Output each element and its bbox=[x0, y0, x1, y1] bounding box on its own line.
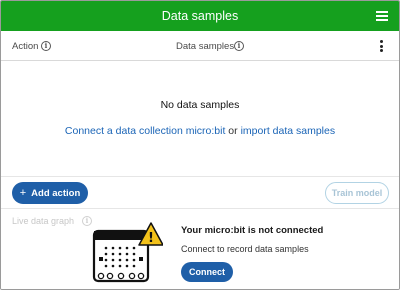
connect-collection-link[interactable]: Connect a data collection micro:bit bbox=[65, 125, 226, 137]
import-samples-link[interactable]: import data samples bbox=[241, 125, 336, 137]
live-graph-label: Live data graph bbox=[12, 216, 75, 226]
add-action-button[interactable]: + Add action bbox=[12, 182, 88, 204]
microbit-warning-icon: ! bbox=[92, 222, 163, 283]
warning-glyph: ! bbox=[148, 231, 154, 246]
empty-state: No data samples Connect a data collectio… bbox=[1, 62, 399, 176]
add-action-label: Add action bbox=[31, 188, 81, 199]
page-title: Data samples bbox=[161, 9, 239, 23]
connect-button[interactable]: Connect bbox=[181, 262, 233, 282]
column-header: Action i Data samples i bbox=[1, 31, 399, 61]
train-model-button[interactable]: Train model bbox=[325, 182, 389, 204]
plus-icon: + bbox=[19, 187, 27, 199]
no-data-heading: No data samples bbox=[160, 99, 240, 111]
more-options-icon[interactable] bbox=[380, 40, 384, 52]
connection-status-subtitle: Connect to record data samples bbox=[181, 244, 309, 254]
connection-status-title: Your micro:bit is not connected bbox=[181, 225, 324, 236]
action-info-icon[interactable]: i bbox=[41, 41, 51, 51]
data-samples-info-icon[interactable]: i bbox=[234, 41, 244, 51]
top-bar: Data samples bbox=[1, 1, 399, 31]
action-bar: + Add action Train model bbox=[1, 176, 399, 208]
data-samples-column-label: Data samples bbox=[176, 41, 235, 52]
app-window: Data samples Action i Data samples i No … bbox=[0, 0, 400, 290]
links-joiner: or bbox=[225, 125, 241, 137]
action-column-label: Action bbox=[12, 41, 39, 52]
hamburger-menu-icon[interactable] bbox=[376, 11, 388, 21]
empty-state-links: Connect a data collection micro:bit or i… bbox=[1, 125, 399, 137]
live-graph-panel: Live data graph i ! Your micro:bit is no… bbox=[1, 208, 399, 289]
